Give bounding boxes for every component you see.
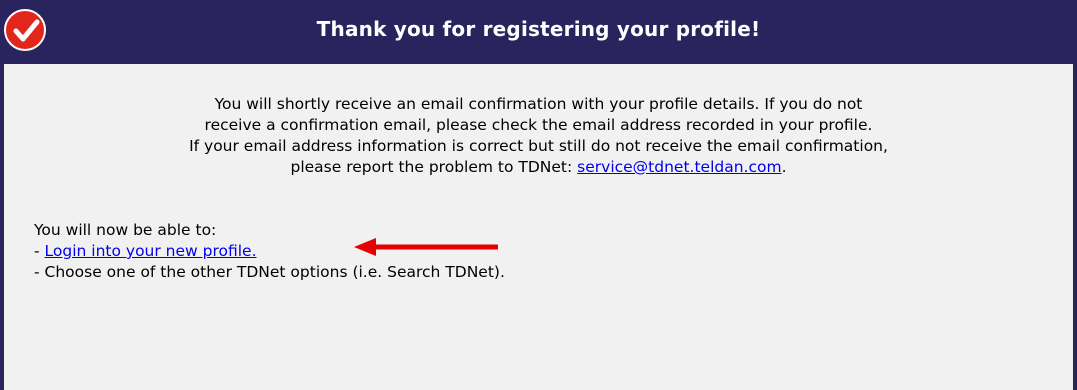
registration-confirmation-page: Thank you for registering your profile! … [0, 0, 1077, 390]
notice-line-4-suffix: . [781, 158, 787, 176]
notice-line-4-prefix: please report the problem to TDNet: [290, 158, 578, 176]
notice-line-2: receive a confirmation email, please che… [204, 116, 873, 134]
confirmation-notice: You will shortly receive an email confir… [4, 94, 1073, 178]
login-link[interactable]: Login into your new profile. [45, 242, 257, 260]
content-panel: You will shortly receive an email confir… [0, 64, 1077, 390]
red-arrow-icon [354, 238, 498, 256]
list-bullet: - [34, 242, 45, 260]
list-item-other-options: - Choose one of the other TDNet options … [34, 263, 505, 281]
notice-line-1: You will shortly receive an email confir… [214, 95, 863, 113]
notice-line-4: please report the problem to TDNet: serv… [4, 157, 1073, 178]
support-email-link[interactable]: service@tdnet.teldan.com [577, 158, 781, 176]
page-title: Thank you for registering your profile! [316, 17, 761, 41]
notice-line-3: If your email address information is cor… [189, 137, 888, 155]
header-bar: Thank you for registering your profile! [0, 0, 1077, 64]
